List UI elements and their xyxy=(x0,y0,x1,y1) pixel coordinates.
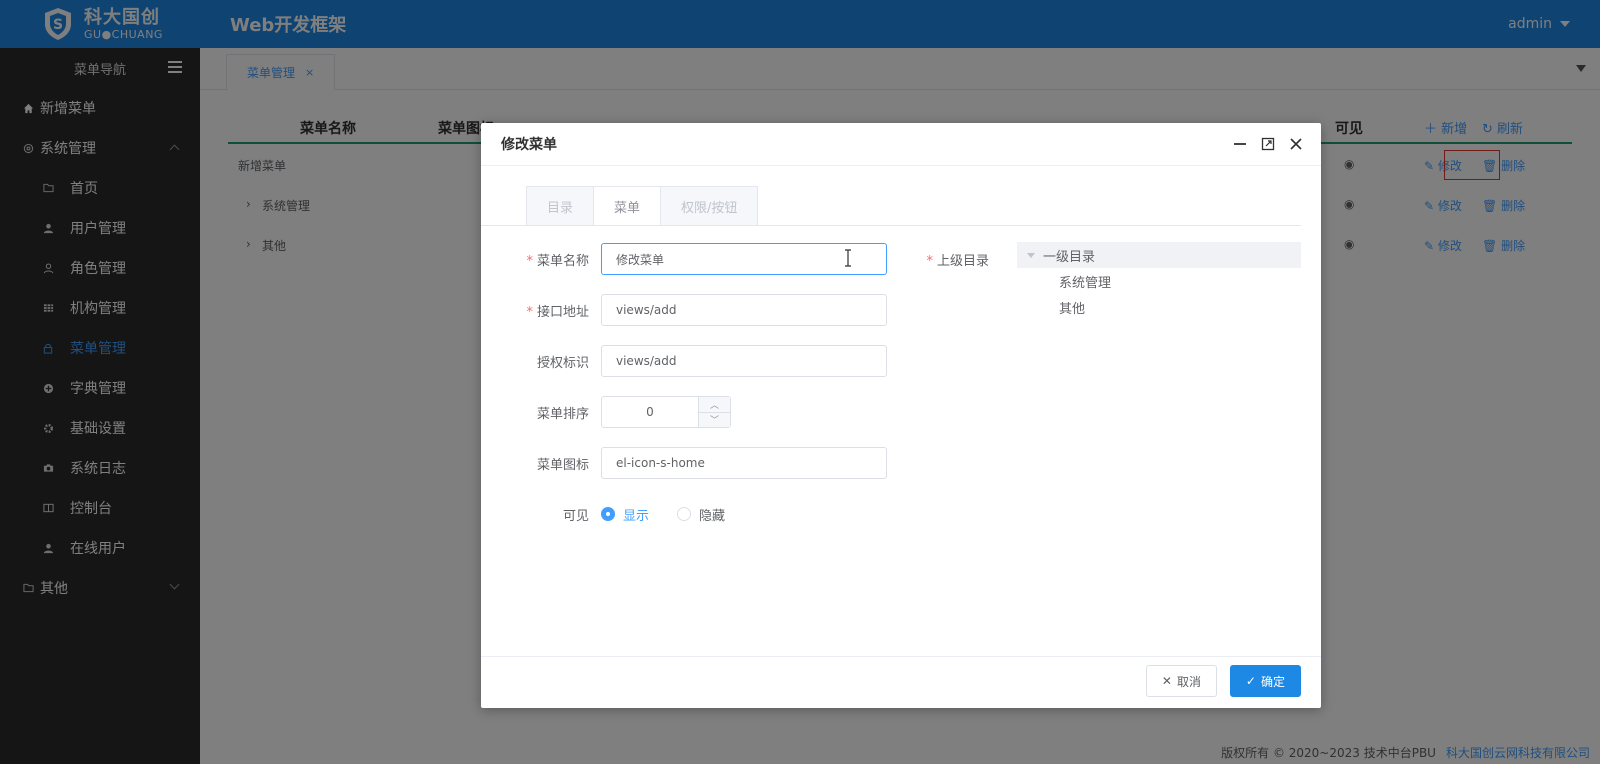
api-path-input[interactable] xyxy=(601,294,887,326)
form-row-name: * 菜单名称 xyxy=(481,243,887,275)
form-row-api: * 接口地址 xyxy=(481,294,887,326)
cancel-button[interactable]: ✕ 取消 xyxy=(1145,665,1217,697)
form-row-order: 菜单排序 ︿ ﹀ xyxy=(481,396,731,428)
dialog-footer: ✕ 取消 ✓ 确定 xyxy=(481,656,1321,708)
minimize-icon[interactable] xyxy=(1231,135,1249,153)
order-stepper: ︿ ﹀ xyxy=(601,396,731,428)
tab-permission-button[interactable]: 权限/按钮 xyxy=(661,186,759,226)
edit-menu-dialog: 修改菜单 目录 菜单 权限/按钮 *菜单名称 *接口地址 授权标识 xyxy=(481,123,1321,708)
radio-show[interactable]: 显示 xyxy=(601,505,649,524)
tree-node-root[interactable]: 一级目录 xyxy=(1017,242,1301,268)
maximize-icon[interactable] xyxy=(1259,135,1277,153)
form-row-visible: 可见 显示 隐藏 xyxy=(481,498,753,530)
order-input[interactable] xyxy=(602,397,698,427)
increment-icon[interactable]: ︿ xyxy=(699,397,730,413)
check-icon: ✓ xyxy=(1245,674,1256,688)
tree-node[interactable]: 系统管理 xyxy=(1017,268,1301,294)
parent-tree: 一级目录 系统管理 其他 xyxy=(1017,242,1301,320)
tree-node[interactable]: 其他 xyxy=(1017,294,1301,320)
dialog-header: 修改菜单 xyxy=(481,123,1321,166)
radio-hide[interactable]: 隐藏 xyxy=(677,505,725,524)
confirm-button[interactable]: ✓ 确定 xyxy=(1229,665,1301,697)
tab-menu[interactable]: 菜单 xyxy=(594,186,662,226)
tab-directory[interactable]: 目录 xyxy=(526,186,595,226)
form-row-perm: 授权标识 xyxy=(481,345,887,377)
caret-down-icon[interactable] xyxy=(1027,252,1035,258)
text-cursor-icon xyxy=(845,249,851,267)
decrement-icon[interactable]: ﹀ xyxy=(699,412,730,427)
dialog-title: 修改菜单 xyxy=(501,137,557,153)
permission-input[interactable] xyxy=(601,345,887,377)
close-icon: ✕ xyxy=(1161,674,1172,688)
form-row-parent: * 上级目录 xyxy=(926,253,989,269)
menu-icon-input[interactable] xyxy=(601,447,887,479)
menu-type-tabs: 目录 菜单 权限/按钮 xyxy=(526,186,759,226)
close-icon[interactable] xyxy=(1287,135,1305,153)
form-row-icon: 菜单图标 xyxy=(481,447,887,479)
